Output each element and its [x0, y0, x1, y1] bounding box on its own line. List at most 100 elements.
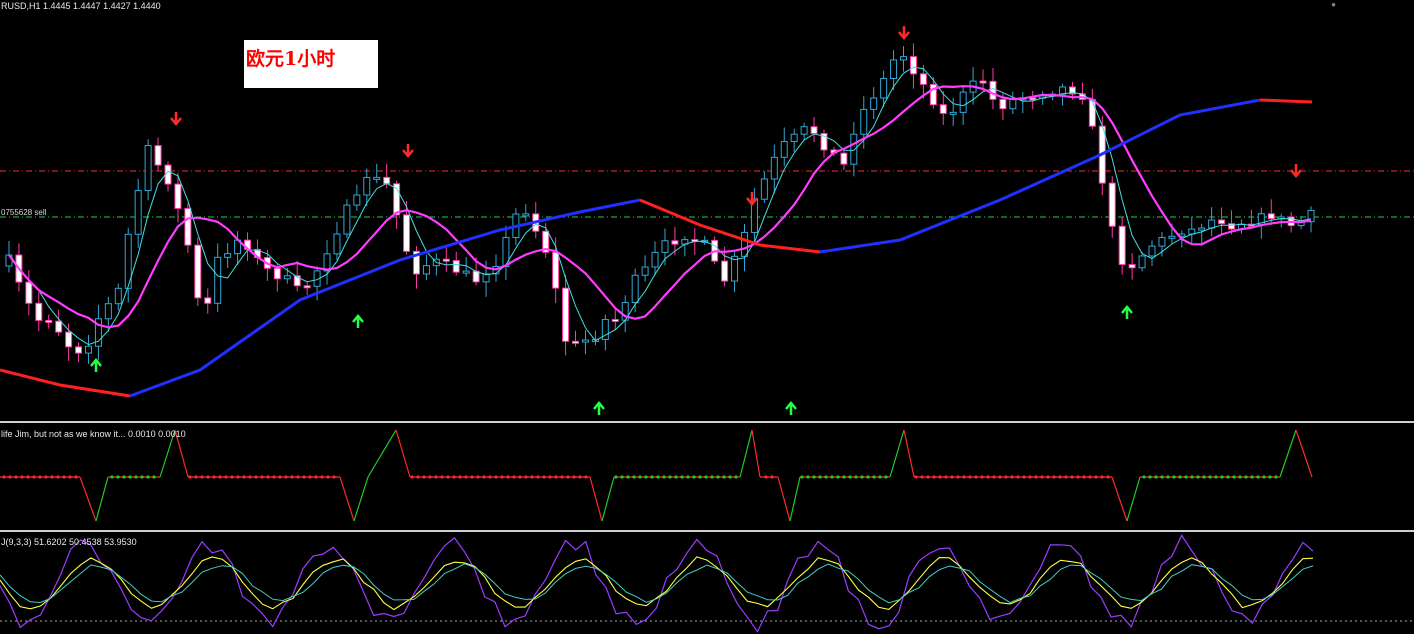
indicator1-dot — [986, 475, 990, 479]
candle-body — [780, 141, 788, 158]
candle-body — [661, 240, 669, 253]
indicator1-dot — [14, 475, 18, 479]
indicator1-dot — [1076, 475, 1080, 479]
indicator1-dot — [866, 475, 870, 479]
indicator1-dot — [734, 475, 738, 479]
indicator1-dot — [830, 475, 834, 479]
indicator1-segment — [777, 476, 791, 522]
indicator1-dot — [956, 475, 960, 479]
indicator1-dot — [194, 475, 198, 479]
indicator1-dot — [296, 475, 300, 479]
indicator1-dot — [266, 475, 270, 479]
candle-body — [25, 281, 33, 304]
indicator1-dot — [56, 475, 60, 479]
indicator1-dot — [1082, 475, 1086, 479]
indicator1-segment — [889, 429, 905, 478]
candle-body — [909, 56, 917, 75]
kdj-d-line — [0, 556, 1314, 611]
candle-body — [939, 104, 947, 114]
indicator1-dot — [566, 475, 570, 479]
indicator1-segment — [903, 429, 915, 478]
indicator1-dot — [1064, 475, 1068, 479]
candle-body — [1158, 237, 1166, 247]
indicator1-dot — [50, 475, 54, 479]
indicator1-dot — [434, 475, 438, 479]
indicator1-dot — [524, 475, 528, 479]
indicator1-dot — [134, 475, 138, 479]
candle-body — [1148, 245, 1156, 257]
indicator1-dot — [1004, 475, 1008, 479]
indicator-pane-2[interactable]: J(9,3,3) 51.6202 50.4538 53.9530 — [0, 533, 1414, 634]
long-ma-line — [0, 368, 131, 398]
indicator1-segment — [751, 429, 761, 478]
indicator-pane-1[interactable]: life Jim, but not as we know it... 0.001… — [0, 424, 1414, 530]
indicator1-dot — [128, 475, 132, 479]
indicator1-dot — [722, 475, 726, 479]
candle-body — [224, 253, 232, 258]
level-line-label: 0755628 sell — [1, 208, 47, 217]
indicator1-dot — [470, 475, 474, 479]
indicator1-dot — [1190, 475, 1194, 479]
candle-body — [760, 178, 768, 200]
indicator1-dot — [506, 475, 510, 479]
candle-body — [174, 183, 182, 209]
sell-arrow-icon — [1290, 164, 1302, 178]
indicator1-dot — [1202, 475, 1206, 479]
indicator1-dot — [200, 475, 204, 479]
indicator1-dot — [26, 475, 30, 479]
indicator1-dot — [920, 475, 924, 479]
price-chart-pane[interactable]: RUSD,H1 1.4445 1.4447 1.4427 1.4440 ● 欧元… — [0, 0, 1414, 421]
kdj-svg — [0, 534, 1414, 633]
indicator1-segment — [601, 476, 615, 522]
indicator1-dot — [1244, 475, 1248, 479]
candle-body — [989, 80, 997, 100]
indicator1-dot — [284, 475, 288, 479]
candle-body — [55, 320, 63, 333]
indicator1-dot — [680, 475, 684, 479]
candle-body — [273, 267, 281, 280]
candle-body — [611, 318, 619, 322]
indicator1-dot — [614, 475, 618, 479]
candle-body — [343, 204, 351, 235]
indicator1-dot — [572, 475, 576, 479]
indicator1-dot — [848, 475, 852, 479]
indicator1-dot — [860, 475, 864, 479]
indicator1-dot — [452, 475, 456, 479]
candle-body — [651, 251, 659, 268]
indicator1-dot — [122, 475, 126, 479]
indicator1-dot — [464, 475, 468, 479]
indicator1-dot — [1214, 475, 1218, 479]
indicator1-dot — [1160, 475, 1164, 479]
indicator1-dot — [548, 475, 552, 479]
pane-separator[interactable] — [0, 421, 1414, 423]
indicator1-dot — [146, 475, 150, 479]
indicator1-dot — [320, 475, 324, 479]
candle-body — [1128, 264, 1136, 269]
candle-body — [35, 302, 43, 321]
indicator1-dot — [110, 475, 114, 479]
indicator1-dot — [1208, 475, 1212, 479]
indicator2-label: J(9,3,3) 51.6202 50.4538 53.9530 — [1, 537, 137, 547]
indicator1-dot — [632, 475, 636, 479]
indicator1-svg — [0, 429, 1313, 522]
buy-arrow-icon — [352, 314, 364, 328]
indicator1-dot — [1100, 475, 1104, 479]
indicator1-dot — [1262, 475, 1266, 479]
indicator1-dot — [638, 475, 642, 479]
indicator1-dot — [1070, 475, 1074, 479]
indicator1-dot — [1148, 475, 1152, 479]
indicator1-dot — [512, 475, 516, 479]
indicator1-dot — [1088, 475, 1092, 479]
buy-arrow-icon — [785, 401, 797, 415]
indicator1-dot — [332, 475, 336, 479]
indicator1-dot — [410, 475, 414, 479]
pane-separator[interactable] — [0, 530, 1414, 532]
indicator1-dot — [932, 475, 936, 479]
candle-body — [522, 213, 530, 217]
indicator1-dot — [842, 475, 846, 479]
indicator1-dot — [818, 475, 822, 479]
indicator1-segment — [79, 476, 97, 522]
indicator1-dot — [248, 475, 252, 479]
candle-body — [204, 297, 212, 304]
candle-body — [949, 111, 957, 115]
